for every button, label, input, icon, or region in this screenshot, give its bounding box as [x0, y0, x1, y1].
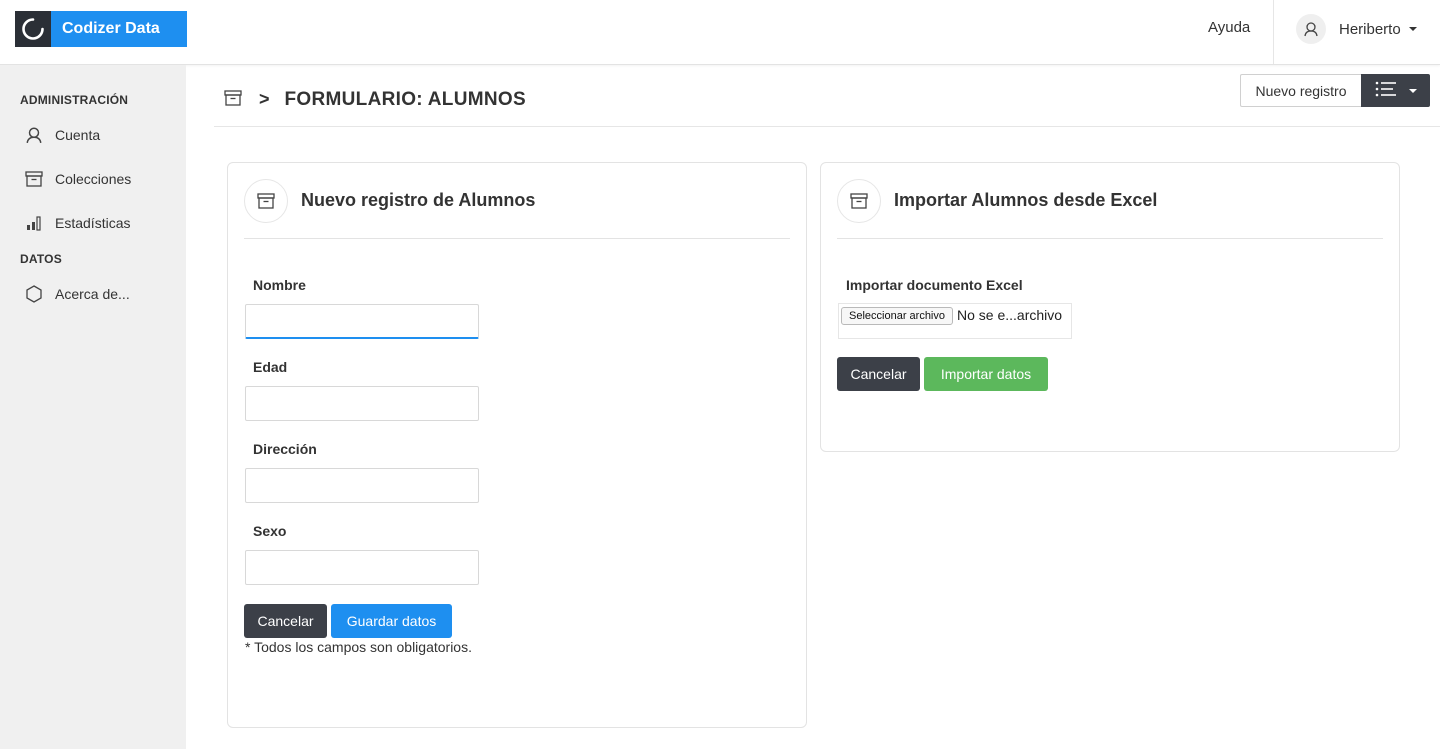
archive-icon — [244, 179, 288, 223]
brand-logo[interactable]: Codizer Data — [15, 11, 187, 47]
chevron-down-icon — [1408, 88, 1417, 93]
bar-chart-icon — [24, 213, 44, 233]
archive-icon — [223, 88, 243, 111]
brand-name: Codizer Data — [51, 11, 187, 47]
import-label: Importar documento Excel — [846, 277, 1023, 293]
file-status: No se e...archivo — [957, 307, 1063, 323]
header-actions: Nuevo registro — [1240, 74, 1430, 107]
sidebar-section-admin: ADMINISTRACIÓN — [20, 93, 129, 107]
user-icon — [1296, 14, 1326, 44]
archive-icon — [24, 169, 44, 189]
hexagon-icon — [24, 284, 44, 304]
sidebar-item-label: Estadísticas — [55, 215, 131, 231]
sidebar-item-acerca[interactable]: Acerca de... — [24, 283, 130, 305]
page-title: FORMULARIO: ALUMNOS — [284, 88, 526, 110]
card-header: Nuevo registro de Alumnos — [244, 179, 790, 239]
file-input: Seleccionar archivo No se e...archivo — [838, 303, 1072, 339]
page-header: > FORMULARIO: ALUMNOS Nuevo registro — [214, 66, 1440, 127]
user-menu[interactable]: Heriberto — [1296, 14, 1417, 44]
breadcrumb-separator: > — [259, 89, 270, 109]
archive-icon — [837, 179, 881, 223]
card-title: Importar Alumnos desde Excel — [894, 190, 1158, 210]
choose-file-button[interactable]: Seleccionar archivo — [841, 307, 953, 325]
import-card: Importar Alumnos desde Excel Importar do… — [820, 162, 1400, 452]
sexo-label: Sexo — [253, 523, 287, 539]
cancel-button[interactable]: Cancelar — [244, 604, 327, 638]
list-menu-button[interactable] — [1361, 74, 1430, 107]
top-navbar: Codizer Data Ayuda Heriberto — [0, 0, 1440, 65]
edad-input[interactable] — [245, 386, 479, 421]
sidebar-item-label: Cuenta — [55, 127, 101, 143]
help-link[interactable]: Ayuda — [1208, 19, 1250, 36]
breadcrumb: > FORMULARIO: ALUMNOS — [223, 88, 526, 111]
card-title: Nuevo registro de Alumnos — [301, 190, 536, 210]
new-record-card: Nuevo registro de Alumnos Nombre Edad Di… — [227, 162, 807, 728]
sidebar-section-datos: DATOS — [20, 252, 62, 266]
list-icon — [1375, 81, 1397, 100]
save-button[interactable]: Guardar datos — [331, 604, 452, 638]
edad-label: Edad — [253, 359, 288, 375]
card-header: Importar Alumnos desde Excel — [837, 179, 1383, 239]
loading-ring-icon — [15, 11, 51, 47]
sidebar-item-colecciones[interactable]: Colecciones — [24, 168, 131, 190]
required-note: * Todos los campos son obligatorios. — [245, 639, 472, 655]
user-name: Heriberto — [1339, 20, 1401, 38]
new-record-button[interactable]: Nuevo registro — [1240, 74, 1361, 107]
direccion-label: Dirección — [253, 441, 317, 457]
sidebar: ADMINISTRACIÓN Cuenta Colecciones Estadí… — [0, 65, 186, 749]
sidebar-item-label: Acerca de... — [55, 286, 130, 302]
import-button[interactable]: Importar datos — [924, 357, 1048, 391]
nombre-input[interactable] — [245, 304, 479, 339]
sidebar-item-cuenta[interactable]: Cuenta — [24, 124, 100, 146]
chevron-down-icon — [1408, 27, 1417, 31]
nombre-label: Nombre — [253, 277, 306, 293]
topbar-divider — [1273, 0, 1274, 64]
sidebar-item-label: Colecciones — [55, 171, 132, 187]
user-icon — [24, 125, 44, 145]
sidebar-item-estadisticas[interactable]: Estadísticas — [24, 212, 130, 234]
cancel-import-button[interactable]: Cancelar — [837, 357, 920, 391]
sexo-input[interactable] — [245, 550, 479, 585]
direccion-input[interactable] — [245, 468, 479, 503]
